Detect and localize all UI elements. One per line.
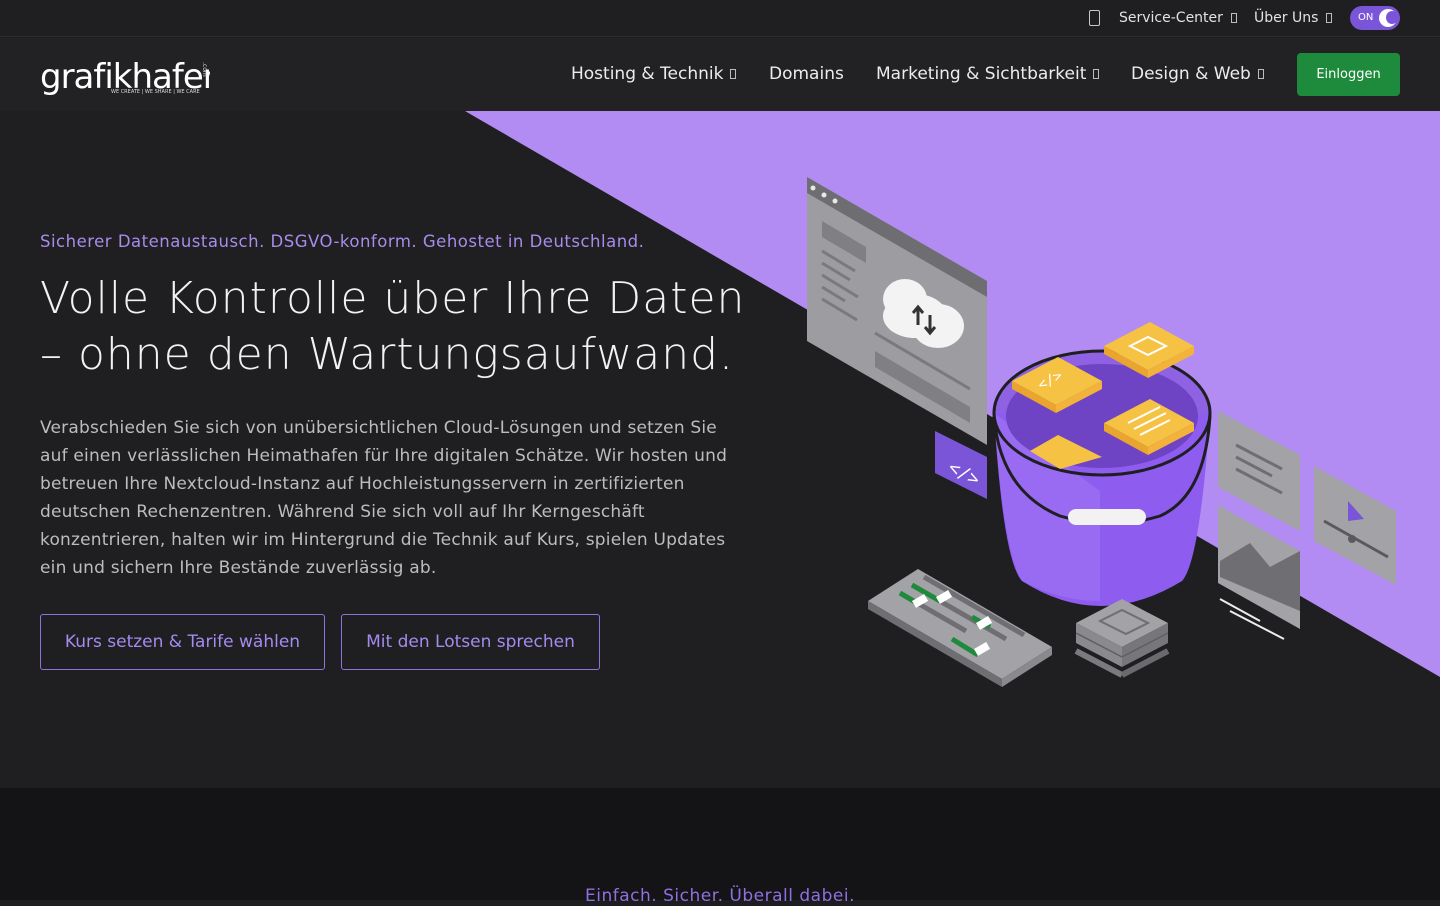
nav-item-hosting[interactable]: Hosting & Technik [571, 64, 737, 84]
chevron-down-icon [1326, 13, 1333, 23]
hero-headline: Volle Kontrolle über Ihre Daten – ohne d… [40, 273, 746, 380]
choose-plan-button[interactable]: Kurs setzen & Tarife wählen [40, 614, 325, 670]
ueber-uns-label: Über Uns [1254, 10, 1319, 26]
service-center-link[interactable]: Service-Center [1119, 10, 1237, 26]
nav-item-design[interactable]: Design & Web [1131, 64, 1264, 84]
features-section: Einfach. Sicher. Überall dabei. [0, 788, 1440, 906]
theme-toggle-label: ON [1358, 12, 1374, 23]
code-tag-icon: </> [935, 431, 987, 499]
logo-tagline: WE CREATE | WE SHARE | WE CARE [111, 89, 200, 95]
chevron-down-icon [1257, 69, 1264, 79]
main-navigation: grafikhafen .com WE CREATE | WE SHARE | … [0, 38, 1440, 111]
hero-lead-text: Verabschieden Sie sich von unübersichtli… [40, 418, 728, 578]
mixer-panel-icon [868, 569, 1052, 687]
contact-pilot-button[interactable]: Mit den Lotsen sprechen [341, 614, 600, 670]
service-center-label: Service-Center [1119, 10, 1223, 26]
chevron-down-icon [1093, 69, 1100, 79]
top-bar: Service-Center Über Uns ON [0, 0, 1440, 37]
chevron-down-icon [1230, 13, 1237, 23]
nav-item-label: Marketing & Sichtbarkeit [876, 64, 1087, 84]
theme-toggle[interactable]: ON [1350, 6, 1400, 30]
moon-icon [1379, 9, 1397, 27]
logo-graphic: grafikhafen .com WE CREATE | WE SHARE | … [40, 57, 224, 97]
nav-item-label: Hosting & Technik [571, 64, 724, 84]
nav-item-label: Domains [769, 64, 844, 84]
hero-kicker: Sicherer Datenaustausch. DSGVO-konform. … [40, 232, 645, 251]
features-kicker: Einfach. Sicher. Überall dabei. [585, 886, 855, 906]
hero-section: </> </> Sicherer Datenaustausch. DSGVO-k… [0, 111, 1440, 788]
login-button[interactable]: Einloggen [1297, 53, 1400, 96]
nav-item-marketing[interactable]: Marketing & Sichtbarkeit [876, 64, 1100, 84]
logo[interactable]: grafikhafen .com WE CREATE | WE SHARE | … [40, 52, 224, 98]
nav-item-label: Design & Web [1131, 64, 1251, 84]
nav-item-domains[interactable]: Domains [769, 64, 844, 84]
logo-suffix: .com [201, 62, 208, 77]
ueber-uns-link[interactable]: Über Uns [1254, 10, 1333, 26]
mobile-icon[interactable] [1089, 10, 1100, 26]
chevron-down-icon [730, 69, 737, 79]
server-stack-icon [1074, 599, 1170, 678]
